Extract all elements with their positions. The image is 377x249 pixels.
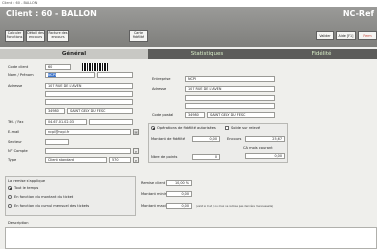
code-client-label: Code client [8,65,29,69]
remise-client-field[interactable]: 10,00 % [166,180,192,186]
solde-releve-checkbox[interactable] [225,126,229,130]
remise-title: La remise s'applique [8,179,46,183]
remise-client-label: Remise client [141,181,166,185]
montant-fidelite-field[interactable]: 0,00 [192,136,220,142]
montant-maximum-field[interactable]: 0,00 [166,203,192,209]
solde-releve-label: Solde sur relevé [231,126,261,130]
aide-button[interactable]: Aide [F1] [336,31,356,40]
entreprise-adresse-field-1[interactable]: 107 RUE DE L'AVEN [185,86,275,92]
fermer-button[interactable]: Ferm [358,31,377,40]
remise-option-cumul-radio[interactable] [8,204,12,208]
description-field[interactable] [5,227,377,249]
facture-encours-button[interactable]: Facture des encours [47,30,69,42]
operations-fidelite-label: Opérations de fidélité autorisées [157,126,216,130]
entreprise-field[interactable]: NCPI [185,76,275,82]
compte-label: N° Compte [8,149,28,153]
carte-fidelite-button[interactable]: Carte fidélité [129,30,148,42]
email-field[interactable]: ncpi@ncpi.fr [45,129,131,135]
tel-label: Tél. / Fax [8,120,24,124]
type-label: Type [8,158,17,162]
remise-note: (valid si 0 et / ou max ne remise pas de… [196,205,274,208]
nbre-points-label: Nbre de points [151,155,178,159]
tel-field[interactable]: 04.67.01.02.03 [45,119,87,125]
encours-label: Encours [227,137,242,141]
montant-minimum-field[interactable]: 0,00 [166,191,192,197]
description-label: Description [8,221,29,225]
adresse-field-2[interactable] [45,91,133,97]
adresse-field-3[interactable] [45,99,133,105]
nbre-points-field[interactable]: 0 [192,154,220,160]
cp-field[interactable]: 34980 [45,108,65,114]
fax-field[interactable] [89,119,133,125]
detail-encours-button[interactable]: Détail des encours [26,30,45,42]
compte-search-icon[interactable]: ⌕ [133,148,139,154]
remise-option-tout-radio[interactable] [8,186,12,190]
remise-option-montant-label: En fonction du montant du ticket [14,195,74,199]
code-postal-label: Code postal [152,113,174,117]
nom-value: NCPI [48,73,56,77]
prenom-field[interactable] [97,72,133,78]
remise-option-cumul-label: En fonction du cumul mensuel des tickets [14,204,90,208]
montant-fidelite-label: Montant de fidélité [151,137,186,141]
barcode-icon [82,63,108,71]
email-label: E-mail [8,130,20,134]
entreprise-adresse-field-3[interactable] [185,103,275,109]
entreprise-ville-field[interactable]: SAINT GELY DU FESC [207,112,275,118]
secteur-field[interactable] [45,139,69,145]
client-window: Client : 60 - BALLON Client : 60 - BALLO… [0,0,377,249]
nom-field[interactable]: NCPI [45,72,95,78]
entreprise-label: Entreprise [152,77,171,81]
window-titlebar: Client : 60 - BALLON [0,0,377,7]
tab-fidelite[interactable]: Fidélité [266,49,377,59]
type-search-icon[interactable]: ⌕ [133,157,139,163]
secteur-label: Secteur [8,140,22,144]
page-title: Client : 60 - BALLON [6,9,97,18]
entreprise-cp-field[interactable]: 34980 [185,112,205,118]
ca-mois-label: CA mois courant [243,146,273,150]
header-right-title: NC-Ref [342,9,374,18]
adresse-field-1[interactable]: 107 RUE DE L'AVEN [45,83,133,89]
type-field[interactable]: Client standard [45,157,107,163]
remise-option-montant-radio[interactable] [8,195,12,199]
compte-field[interactable] [45,148,131,154]
operations-fidelite-radio[interactable] [151,126,155,130]
encours-field[interactable]: 25,67 [245,136,285,142]
code-client-field[interactable]: 60 [45,64,71,70]
ville-field[interactable]: SAINT GELY DU FESC [67,108,133,114]
valider-button[interactable]: Valider [316,31,334,40]
email-send-icon[interactable]: ✉ [133,129,139,135]
nom-label: Nom / Prénom [8,73,34,77]
tab-general[interactable]: Général [0,49,148,59]
ca-mois-field[interactable]: 0,00 [245,153,285,159]
tab-statistiques[interactable]: Statistiques [148,49,266,59]
entreprise-adresse-label: Adresse [152,87,167,91]
adresse-label: Adresse [8,84,23,88]
entreprise-adresse-field-2[interactable] [185,95,275,101]
remise-option-tout-label: Tout le temps [14,186,39,190]
calculer-fonctions-button[interactable]: Calculer Fonctions [5,30,24,42]
type-code-field[interactable]: 570 [109,157,131,163]
